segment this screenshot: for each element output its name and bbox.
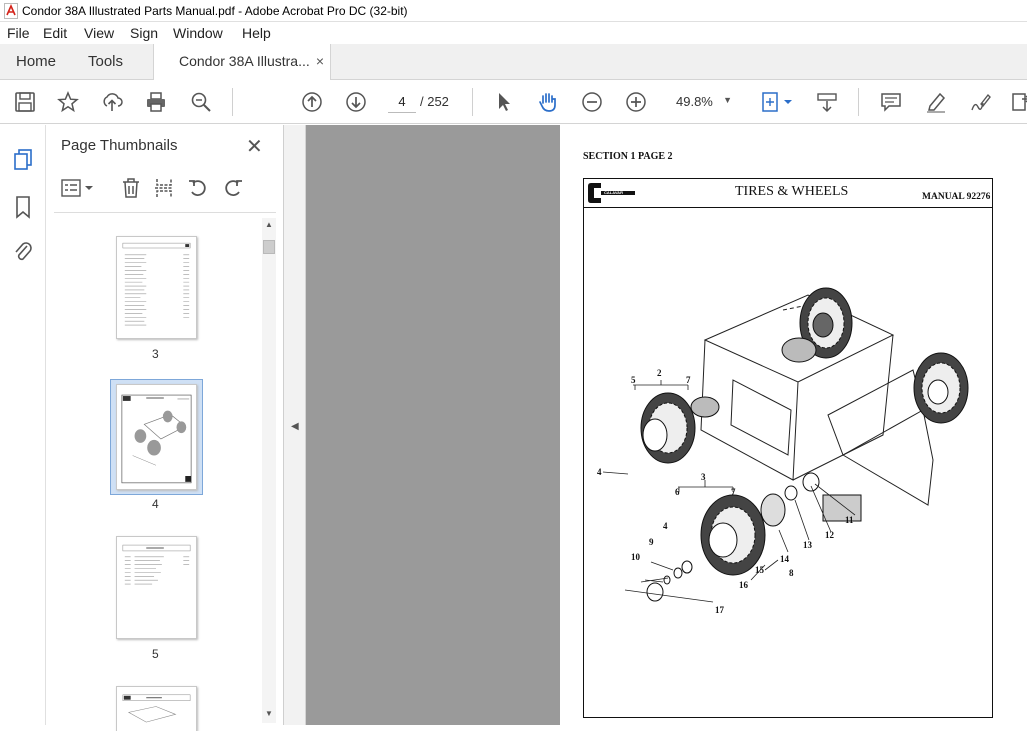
scroll-up-arrow[interactable]: ▲ (265, 220, 273, 229)
thumbnails-scrollbar[interactable]: ▲ ▼ (262, 218, 276, 723)
panel-close-button[interactable]: ✕ (246, 134, 263, 159)
panel-divider (54, 212, 276, 213)
callout-label: 6 (675, 487, 680, 497)
menu-file[interactable]: File (7, 25, 30, 41)
find-icon[interactable] (190, 91, 212, 113)
comment-icon[interactable] (880, 91, 902, 113)
panel-splitter[interactable]: ◀ (284, 125, 306, 725)
rotate-cw-icon[interactable] (222, 177, 244, 199)
delete-page-icon[interactable] (120, 177, 142, 199)
zoom-out-icon[interactable] (581, 91, 603, 113)
tab-tools[interactable]: Tools (88, 44, 123, 80)
callout-label: 7 (731, 487, 736, 497)
page-total: / 252 (420, 94, 449, 109)
callout-label: 14 (780, 554, 790, 564)
tires-wheels-diagram: 2 5 7 4 3 6 7 4 9 10 16 15 17 14 8 13 12… (597, 287, 969, 615)
scroll-down-arrow[interactable]: ▼ (265, 709, 273, 718)
pdf-page: SECTION 1 PAGE 2 CALAVAR TIRES & WHEELS … (560, 125, 1027, 725)
hand-tool-icon[interactable] (537, 91, 559, 113)
page-thumbnails-icon[interactable] (11, 147, 35, 171)
thumbnail-label: 4 (152, 497, 159, 511)
callout-label: 4 (663, 521, 668, 531)
attachments-icon[interactable] (12, 240, 34, 264)
menu-edit[interactable]: Edit (43, 25, 67, 41)
callout-label: 9 (649, 537, 654, 547)
bookmarks-icon[interactable] (12, 195, 34, 219)
title-bar: Condor 38A Illustrated Parts Manual.pdf … (0, 0, 1027, 22)
callout-label: 13 (803, 540, 813, 550)
toolbar: 4 / 252 49.8% ▼ (0, 80, 1027, 124)
thumbnail-label: 5 (152, 647, 159, 661)
toolbar-separator (858, 88, 859, 116)
menu-bar: File Edit View Sign Window Help (0, 22, 1027, 44)
menu-sign[interactable]: Sign (130, 25, 158, 41)
rotate-ccw-icon[interactable] (187, 177, 209, 199)
drawing-title: TIRES & WHEELS (735, 184, 849, 199)
menu-view[interactable]: View (84, 25, 114, 41)
menu-window[interactable]: Window (173, 25, 223, 41)
save-icon[interactable] (14, 91, 36, 113)
highlight-icon[interactable] (925, 91, 947, 113)
panel-title: Page Thumbnails (61, 137, 178, 154)
callout-label: 15 (755, 565, 765, 575)
tab-document-label: Condor 38A Illustra... (179, 53, 310, 69)
bookmark-star-icon[interactable] (57, 91, 79, 113)
callout-label: 17 (715, 605, 725, 615)
logo-text: CALAVAR (604, 190, 623, 195)
toolbar-separator (472, 88, 473, 116)
acrobat-app-icon (4, 3, 18, 19)
callout-label: 2 (657, 368, 662, 378)
calavar-logo: CALAVAR (587, 181, 637, 205)
menu-help[interactable]: Help (242, 25, 271, 41)
zoom-in-icon[interactable] (625, 91, 647, 113)
page-thumbnail-3[interactable] (116, 236, 197, 339)
sign-icon[interactable] (969, 91, 991, 113)
scrollbar-thumb[interactable] (263, 240, 275, 254)
thumbnails-panel: Page Thumbnails ✕ 3 4 5 (46, 125, 284, 731)
tab-home[interactable]: Home (16, 44, 56, 80)
print-icon[interactable] (145, 91, 167, 113)
select-cursor-icon[interactable] (493, 91, 515, 113)
page-number-input[interactable]: 4 (388, 91, 416, 113)
callout-label: 3 (701, 472, 706, 482)
section-header: SECTION 1 PAGE 2 (583, 151, 673, 162)
callout-label: 11 (845, 515, 854, 525)
chevron-down-icon: ▼ (723, 95, 732, 105)
toolbar-separator (232, 88, 233, 116)
window-title: Condor 38A Illustrated Parts Manual.pdf … (22, 4, 408, 18)
page-thumbnail-4[interactable] (116, 384, 197, 490)
page-thumbnail-6[interactable] (116, 686, 197, 731)
prev-page-icon[interactable] (301, 91, 323, 113)
zoom-level-dropdown[interactable]: 49.8% ▼ (666, 91, 738, 113)
callout-label: 12 (825, 530, 835, 540)
zoom-level-value: 49.8% (676, 94, 713, 109)
collapse-panel-icon[interactable]: ◀ (291, 421, 299, 432)
callout-label: 7 (686, 375, 691, 385)
callout-label: 5 (631, 375, 636, 385)
page-thumbnail-5[interactable] (116, 536, 197, 639)
extract-pages-icon[interactable] (153, 177, 175, 199)
more-tools-icon[interactable] (1010, 91, 1027, 113)
callout-label: 4 (597, 467, 602, 477)
thumbnail-label: 3 (152, 347, 159, 361)
scroll-mode-icon[interactable] (816, 91, 838, 113)
thumbnail-options-icon[interactable] (60, 177, 96, 199)
fit-page-icon[interactable] (760, 91, 794, 113)
manual-number: MANUAL 92276 (922, 192, 991, 202)
callout-label: 8 (789, 568, 794, 578)
tab-close-button[interactable]: × (316, 53, 324, 69)
tab-document[interactable]: Condor 38A Illustra... × (153, 44, 331, 81)
tab-bar: Home Tools Condor 38A Illustra... × (0, 44, 1027, 81)
callout-label: 10 (631, 552, 641, 562)
callout-label: 16 (739, 580, 749, 590)
next-page-icon[interactable] (345, 91, 367, 113)
navigation-rail (0, 125, 46, 725)
upload-icon[interactable] (101, 91, 123, 113)
